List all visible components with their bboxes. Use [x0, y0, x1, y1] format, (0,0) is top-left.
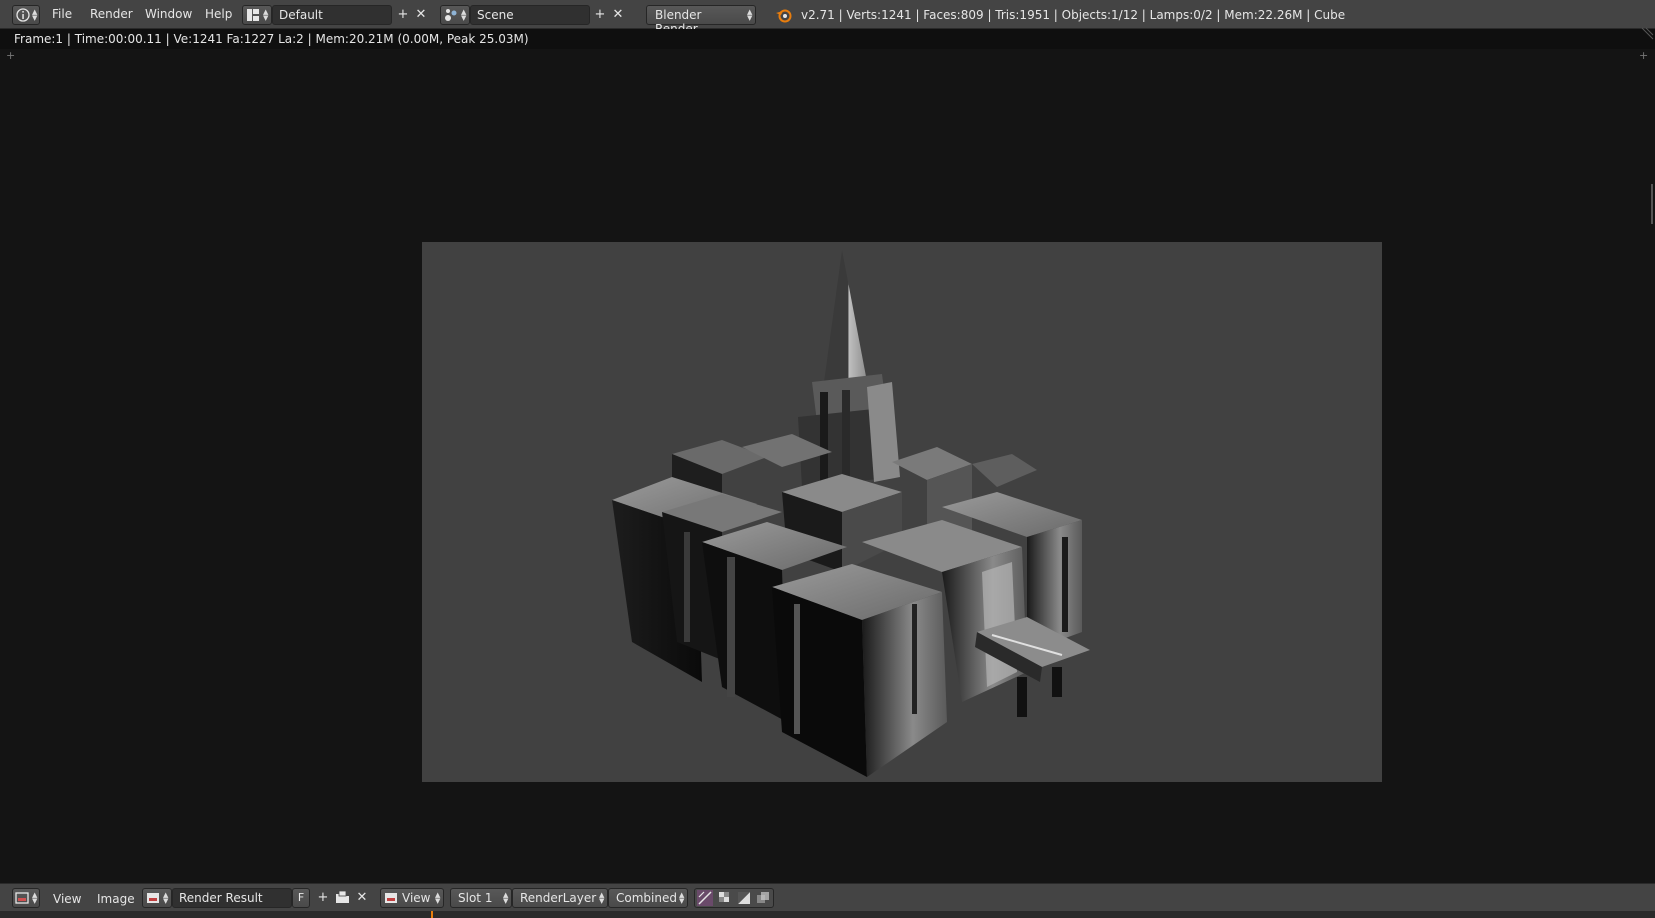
delete-layout-icon[interactable]: ✕: [413, 6, 429, 24]
chevron-updown-icon: ▲ ▼: [747, 8, 753, 22]
image-browse-button[interactable]: ▲ ▼: [142, 888, 172, 908]
scene-icon: [445, 9, 457, 21]
view-mode-select[interactable]: View ▲ ▼: [380, 888, 444, 908]
area-corner-icon[interactable]: [1640, 27, 1654, 41]
image-viewport[interactable]: + +: [2, 49, 1653, 883]
draw-channels-group: [694, 888, 774, 908]
menu-render[interactable]: Render: [90, 7, 133, 21]
draw-alpha-icon[interactable]: [696, 889, 714, 907]
image-name-field[interactable]: Render Result: [172, 888, 292, 908]
new-image-icon[interactable]: +: [315, 889, 331, 907]
menu-image[interactable]: Image: [97, 892, 135, 906]
add-scene-icon[interactable]: +: [592, 6, 608, 24]
menu-file[interactable]: File: [52, 7, 72, 21]
render-info-bar: Frame:1 | Time:00:00.11 | Ve:1241 Fa:122…: [0, 27, 1655, 49]
render-layer-label: RenderLayer: [520, 891, 597, 905]
slot-select[interactable]: Slot 1 ▲ ▼: [450, 888, 512, 908]
chevron-updown-icon: ▲ ▼: [503, 891, 509, 905]
chevron-updown-icon: ▲ ▼: [32, 8, 38, 22]
zbuffer-icon[interactable]: [735, 889, 753, 907]
chevron-updown-icon: ▲ ▼: [32, 891, 38, 905]
render-pass-select[interactable]: Combined ▲ ▼: [608, 888, 688, 908]
render-layer-select[interactable]: RenderLayer ▲ ▼: [512, 888, 608, 908]
editor-type-button[interactable]: ▲ ▼: [12, 888, 40, 908]
area-edge-handle[interactable]: [1651, 184, 1653, 224]
chevron-updown-icon: ▲ ▼: [163, 891, 169, 905]
image-editor-header: ▲ ▼ View Image ▲ ▼ Render Result F + ✕ Vie…: [0, 883, 1655, 911]
view-mode-label: View: [402, 891, 431, 905]
open-image-icon[interactable]: [335, 890, 351, 906]
corner-plus-icon[interactable]: +: [1639, 49, 1648, 62]
render-engine-select[interactable]: Blender Render ▲▼: [646, 5, 756, 36]
chevron-updown-icon: ▲ ▼: [679, 891, 685, 905]
rendered-building-image: [612, 250, 1090, 777]
render-result-image: [422, 242, 1382, 782]
render-pass-label: Combined: [616, 891, 677, 905]
blender-logo-icon: [776, 9, 792, 23]
menu-help[interactable]: Help: [205, 7, 232, 21]
add-layout-icon[interactable]: +: [395, 6, 411, 24]
layout-icon: [247, 9, 259, 21]
chevron-updown-icon: ▲ ▼: [435, 891, 441, 905]
unlink-image-icon[interactable]: ✕: [354, 889, 370, 907]
layout-browse-button[interactable]: ▲ ▼: [242, 5, 272, 25]
fake-user-button[interactable]: F: [292, 888, 310, 908]
slot-label: Slot 1: [458, 891, 493, 905]
chevron-updown-icon: ▲ ▼: [599, 891, 605, 905]
info-icon: [16, 8, 30, 22]
render-info-text: Frame:1 | Time:00:00.11 | Ve:1241 Fa:122…: [14, 32, 529, 46]
scene-statistics: v2.71 | Verts:1241 | Faces:809 | Tris:19…: [801, 8, 1346, 22]
menu-view[interactable]: View: [53, 892, 81, 906]
scene-name-field[interactable]: Scene: [470, 5, 590, 25]
info-header: ▲ ▼ File Render Window Help ▲ ▼ Default + …: [0, 0, 1655, 36]
sample-icon[interactable]: [754, 889, 772, 907]
image-browse-icon: [147, 893, 159, 903]
checker-icon[interactable]: [716, 889, 734, 907]
scene-browse-button[interactable]: ▲ ▼: [440, 5, 470, 25]
menu-window[interactable]: Window: [145, 7, 192, 21]
editor-type-button[interactable]: ▲ ▼: [12, 5, 40, 25]
chevron-updown-icon: ▲ ▼: [263, 8, 269, 22]
timeline-strip[interactable]: [0, 911, 1655, 918]
current-frame-marker[interactable]: [431, 911, 433, 918]
delete-scene-icon[interactable]: ✕: [610, 6, 626, 24]
layout-name-field[interactable]: Default: [272, 5, 392, 25]
image-editor-icon: [15, 892, 29, 904]
chevron-updown-icon: ▲ ▼: [461, 8, 467, 22]
corner-plus-icon[interactable]: +: [6, 49, 15, 62]
view-icon: [385, 893, 397, 903]
